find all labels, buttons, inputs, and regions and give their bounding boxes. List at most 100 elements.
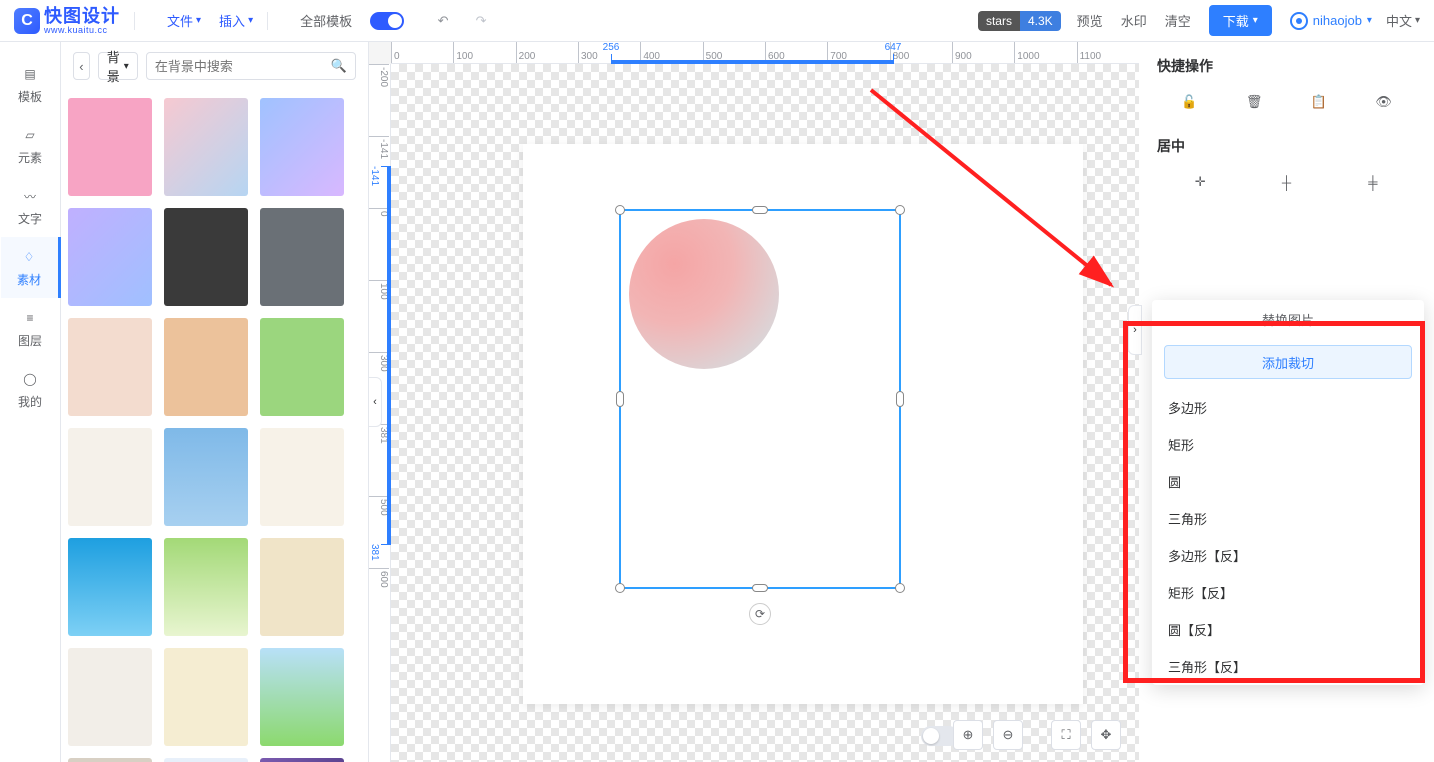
undo-icon[interactable]: ↶ — [432, 10, 454, 32]
rail-icon: ▱ — [19, 125, 41, 145]
fullscreen-icon[interactable]: ⛶ — [1051, 720, 1081, 750]
rail-label: 我的 — [18, 393, 42, 410]
language-menu[interactable]: 中文▾ — [1386, 11, 1420, 30]
collapse-side-button[interactable]: ‹ — [369, 377, 382, 427]
crop-option[interactable]: 三角形 — [1152, 500, 1424, 537]
rail-item-4[interactable]: ≡ 图层 — [0, 298, 60, 359]
bg-thumbnail[interactable] — [68, 758, 152, 762]
bg-thumbnail[interactable] — [68, 538, 152, 636]
chevron-down-icon: ▾ — [1415, 15, 1420, 26]
download-button[interactable]: 下载▾ — [1209, 5, 1272, 36]
resize-handle-ml[interactable] — [616, 391, 624, 407]
align-center-both-icon[interactable]: ✛ — [1188, 170, 1212, 194]
visibility-icon[interactable]: 👁 — [1372, 90, 1396, 114]
fit-icon[interactable]: ✥ — [1091, 720, 1121, 750]
selected-circle-shape[interactable] — [629, 219, 779, 369]
crop-option[interactable]: 多边形【反】 — [1152, 537, 1424, 574]
zoom-in-icon[interactable]: ⊕ — [953, 720, 983, 750]
bg-thumbnail[interactable] — [68, 428, 152, 526]
bg-thumbnail[interactable] — [260, 98, 344, 196]
bg-thumbnail[interactable] — [68, 648, 152, 746]
bg-thumbnail[interactable] — [68, 98, 152, 196]
chevron-down-icon: ▾ — [1367, 15, 1372, 26]
bg-thumbnail[interactable] — [164, 318, 248, 416]
bg-thumbnail[interactable] — [68, 318, 152, 416]
logo[interactable]: C 快图设计 www.kuaitu.cc — [14, 7, 120, 35]
resize-handle-mr[interactable] — [896, 391, 904, 407]
back-button[interactable]: ‹ — [73, 52, 90, 80]
bg-thumbnail[interactable] — [68, 208, 152, 306]
crop-option[interactable]: 圆【反】 — [1152, 611, 1424, 648]
chevron-down-icon: ▾ — [248, 15, 253, 26]
all-templates-link[interactable]: 全部模板 — [300, 11, 352, 30]
bg-thumbnail[interactable] — [164, 98, 248, 196]
align-center-h-icon[interactable]: ┼ — [1274, 170, 1298, 194]
bg-thumbnail[interactable] — [260, 428, 344, 526]
rail-item-3[interactable]: ♢ 素材 — [1, 237, 61, 298]
resize-handle-mb[interactable] — [752, 584, 768, 592]
rail-icon: ♢ — [18, 247, 40, 267]
rail-icon: ≡ — [19, 308, 41, 328]
bg-thumbnail[interactable] — [164, 758, 248, 762]
lock-icon[interactable]: 🔓 — [1177, 90, 1201, 114]
add-crop-button[interactable]: 添加裁切 — [1164, 345, 1412, 379]
rail-item-2[interactable]: 〰文字 — [0, 176, 60, 237]
topbar: C 快图设计 www.kuaitu.cc 文件▾ 插入▾ 全部模板 ↶ ↷ st… — [0, 0, 1434, 42]
file-menu[interactable]: 文件▾ — [167, 11, 201, 30]
rail-item-5[interactable]: ◯ 我的 — [0, 359, 60, 420]
left-rail: ▤ 模板 ▱元素〰文字 ♢ 素材 ≡ 图层 ◯ 我的 — [0, 42, 61, 762]
bg-thumbnail[interactable] — [164, 538, 248, 636]
crop-option[interactable]: 多边形 — [1152, 389, 1424, 426]
zoom-out-icon[interactable]: ⊖ — [993, 720, 1023, 750]
preview-link[interactable]: 预览 — [1077, 11, 1103, 30]
resize-handle-br[interactable] — [895, 583, 905, 593]
resize-handle-bl[interactable] — [615, 583, 625, 593]
crop-header: 替换图片 — [1152, 300, 1424, 339]
crop-option[interactable]: 矩形【反】 — [1152, 574, 1424, 611]
rail-label: 素材 — [17, 271, 41, 288]
search-input[interactable]: 🔍 — [146, 52, 356, 80]
watermark-link[interactable]: 水印 — [1121, 11, 1147, 30]
bg-thumbnail[interactable] — [260, 318, 344, 416]
collapse-prop-button[interactable]: › — [1128, 305, 1142, 355]
bg-thumbnail[interactable] — [260, 208, 344, 306]
align-center-v-icon[interactable]: ╪ — [1361, 170, 1385, 194]
insert-menu[interactable]: 插入▾ — [219, 11, 253, 30]
template-toggle[interactable] — [370, 12, 404, 30]
clear-link[interactable]: 清空 — [1165, 11, 1191, 30]
search-field[interactable] — [155, 59, 331, 74]
rail-item-0[interactable]: ▤ 模板 — [0, 54, 60, 115]
stars-badge[interactable]: stars4.3K — [978, 11, 1061, 31]
rail-label: 模板 — [18, 88, 42, 105]
bg-thumbnail[interactable] — [164, 428, 248, 526]
selection-box[interactable]: ⟳ — [619, 209, 901, 589]
category-select[interactable]: 背景▾ — [98, 52, 138, 80]
delete-icon[interactable]: 🗑 — [1242, 90, 1266, 114]
rail-icon: ◯ — [19, 369, 41, 389]
zoom-controls: ⊕ ⊖ ⛶ ✥ — [953, 720, 1121, 750]
redo-icon[interactable]: ↷ — [470, 10, 492, 32]
rail-item-1[interactable]: ▱元素 — [0, 115, 60, 176]
resize-handle-tr[interactable] — [895, 205, 905, 215]
bg-thumbnail[interactable] — [164, 208, 248, 306]
logo-subtext: www.kuaitu.cc — [44, 25, 120, 35]
bg-thumbnail[interactable] — [164, 648, 248, 746]
chevron-down-icon: ▾ — [196, 15, 201, 26]
bg-thumbnail[interactable] — [260, 758, 344, 762]
canvas-area: 0100200300400500600700800900100011002566… — [369, 42, 1139, 762]
rotate-handle[interactable]: ⟳ — [749, 603, 771, 625]
crop-option[interactable]: 圆 — [1152, 463, 1424, 500]
thumbnail-grid — [61, 90, 368, 762]
rail-icon: ▤ — [19, 64, 41, 84]
rail-label: 图层 — [18, 332, 42, 349]
copy-icon[interactable]: 📋 — [1307, 90, 1331, 114]
bg-thumbnail[interactable] — [260, 538, 344, 636]
crop-option[interactable]: 三角形【反】 — [1152, 648, 1424, 685]
crop-option[interactable]: 矩形 — [1152, 426, 1424, 463]
center-title: 居中 — [1157, 136, 1416, 156]
bg-thumbnail[interactable] — [260, 648, 344, 746]
user-menu[interactable]: nihaojob▾ — [1290, 12, 1372, 30]
resize-handle-tl[interactable] — [615, 205, 625, 215]
canvas-background[interactable]: ⟳ — [391, 64, 1139, 762]
resize-handle-mt[interactable] — [752, 206, 768, 214]
